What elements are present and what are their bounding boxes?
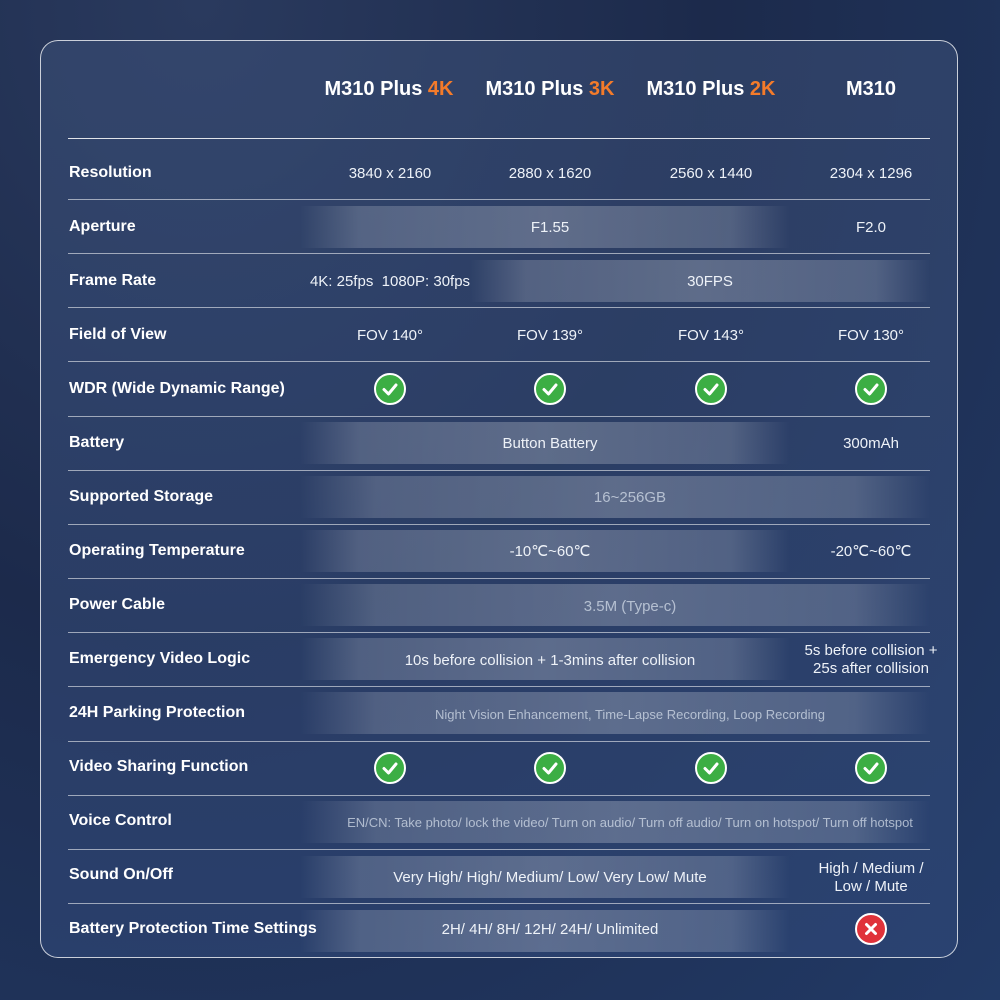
row-label-frame-rate: Frame Rate <box>69 272 157 289</box>
fov-4k: FOV 140° <box>356 327 424 344</box>
row-label-battery-protection: Battery Protection Time Settings <box>69 920 317 937</box>
row-label-resolution: Resolution <box>69 164 152 181</box>
parking-span: Night Vision Enhancement, Time-Lapse Rec… <box>435 707 825 722</box>
fov-m310: FOV 130° <box>837 327 905 344</box>
resolution-4k: 3840 x 2160 <box>348 165 432 182</box>
cross-icon <box>855 913 887 945</box>
storage-span: 16~256GB <box>593 489 667 506</box>
row-divider <box>68 199 930 200</box>
row-divider <box>68 632 930 633</box>
row-label-sharing: Video Sharing Function <box>69 758 249 775</box>
row-divider <box>68 307 930 308</box>
check-icon <box>855 373 887 405</box>
row-divider <box>68 849 930 850</box>
emergency-span: 10s before collision + 1-3mins after col… <box>404 652 696 669</box>
column-header-m310: M310 <box>845 78 897 100</box>
sound-m310: High / Medium / Low / Mute <box>791 860 951 896</box>
row-divider <box>68 578 930 579</box>
row-divider <box>68 416 930 417</box>
row-divider <box>68 253 930 254</box>
row-divider <box>68 741 930 742</box>
row-label-temperature: Operating Temperature <box>69 542 245 559</box>
check-icon <box>374 373 406 405</box>
check-icon <box>695 752 727 784</box>
emergency-m310-line2: 25s after collision <box>813 660 929 677</box>
aperture-m310: F2.0 <box>855 219 886 236</box>
row-divider <box>68 524 930 525</box>
resolution-2k: 2560 x 1440 <box>669 165 753 182</box>
column-header-4k: M310 Plus 4K <box>324 78 454 100</box>
check-icon <box>855 752 887 784</box>
battery-protection-span: 2H/ 4H/ 8H/ 12H/ 24H/ Unlimited <box>441 921 659 938</box>
row-divider <box>68 795 930 796</box>
column-header-3k: M310 Plus 3K <box>485 78 615 100</box>
row-label-emergency: Emergency Video Logic <box>69 650 251 667</box>
row-divider <box>68 470 930 471</box>
sound-m310-line2: Low / Mute <box>834 878 908 895</box>
temperature-span: -10℃~60℃ <box>509 543 591 560</box>
power-span: 3.5M (Type-c) <box>583 598 677 615</box>
row-label-battery: Battery <box>69 434 125 451</box>
fov-3k: FOV 139° <box>516 327 584 344</box>
row-label-aperture: Aperture <box>69 218 136 235</box>
resolution-3k: 2880 x 1620 <box>508 165 592 182</box>
row-label-voice: Voice Control <box>69 812 172 829</box>
header-divider <box>68 138 930 139</box>
row-label-wdr: WDR (Wide Dynamic Range) <box>69 380 285 397</box>
battery-m310: 300mAh <box>843 435 899 452</box>
check-icon <box>695 373 727 405</box>
sound-span: Very High/ High/ Medium/ Low/ Very Low/ … <box>393 869 707 886</box>
check-icon <box>534 752 566 784</box>
row-label-fov: Field of View <box>69 326 167 343</box>
aperture-span: F1.55 <box>530 219 570 236</box>
battery-span: Button Battery <box>502 435 598 452</box>
fov-2k: FOV 143° <box>677 327 745 344</box>
check-icon <box>534 373 566 405</box>
frame-rate-4k: 4K: 25fps 1080P: 30fps <box>309 273 471 290</box>
resolution-m310: 2304 x 1296 <box>829 165 913 182</box>
row-label-storage: Supported Storage <box>69 488 214 505</box>
voice-span: EN/CN: Take photo/ lock the video/ Turn … <box>347 815 913 830</box>
row-label-parking: 24H Parking Protection <box>69 704 246 721</box>
sound-m310-line1: High / Medium / <box>818 860 924 877</box>
row-label-power: Power Cable <box>69 596 166 613</box>
column-header-2k: M310 Plus 2K <box>646 78 776 100</box>
emergency-m310-line1: 5s before collision + <box>804 642 938 659</box>
check-icon <box>374 752 406 784</box>
row-divider <box>68 686 930 687</box>
row-divider <box>68 903 930 904</box>
row-label-sound: Sound On/Off <box>69 866 173 883</box>
frame-rate-span: 30FPS <box>687 273 733 290</box>
emergency-m310: 5s before collision + 25s after collisio… <box>791 642 951 678</box>
row-divider <box>68 361 930 362</box>
temperature-m310: -20℃~60℃ <box>830 543 912 560</box>
